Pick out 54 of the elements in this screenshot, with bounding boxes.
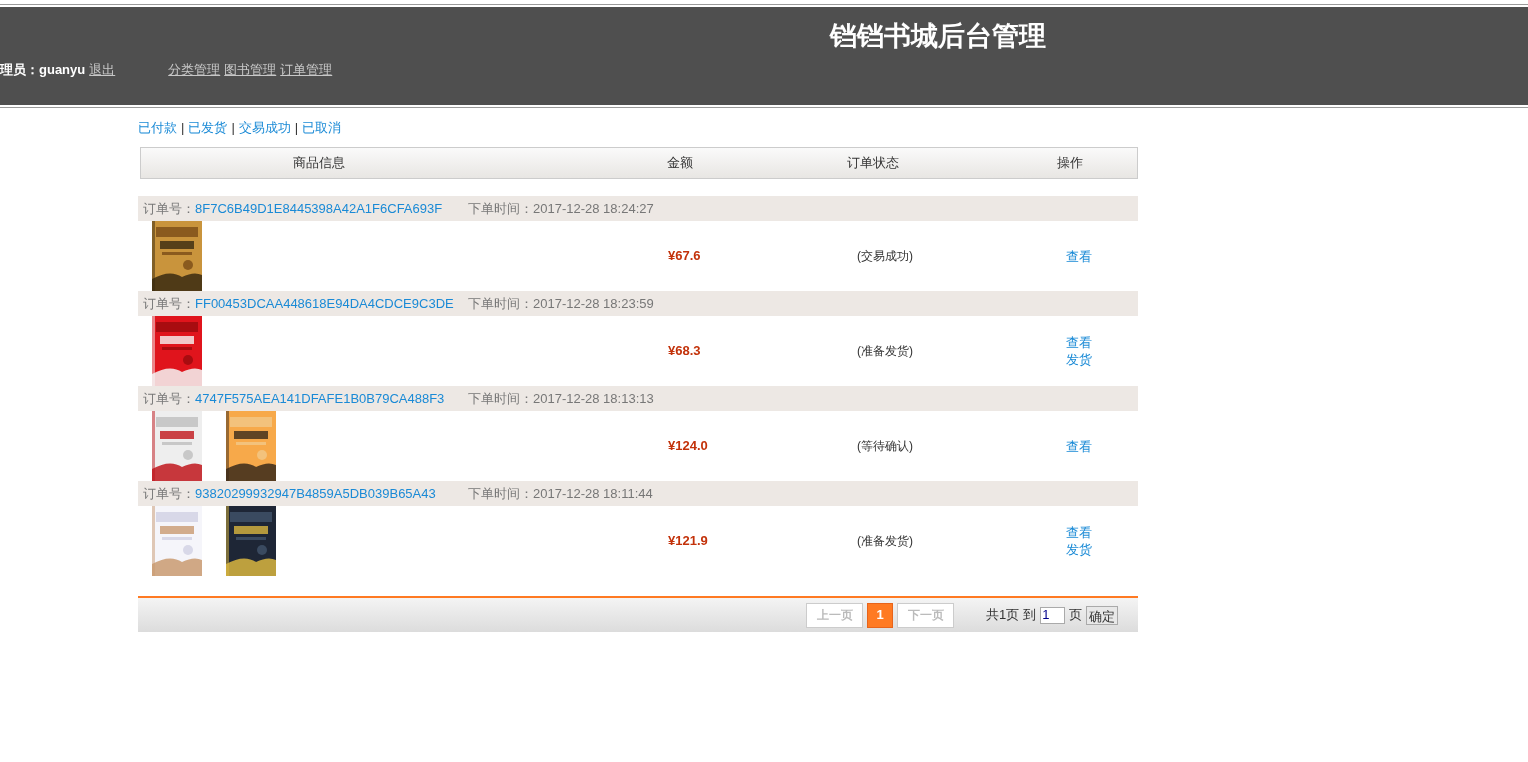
order-number: FF00453DCAA448618E94DA4CDCE9C3DE <box>195 294 455 313</box>
column-header: 操作 <box>1057 154 1083 173</box>
column-header: 商品信息 <box>292 154 346 173</box>
nav-link[interactable]: 分类管理 <box>168 60 221 80</box>
column-header: 金额 <box>667 154 694 173</box>
order-number-label: 订单号： <box>143 389 195 408</box>
action-link[interactable]: 查看 <box>1066 437 1092 455</box>
order-amount: ¥121.9 <box>667 532 709 551</box>
order-amount: ¥68.3 <box>667 342 702 361</box>
order-status: (交易成功) <box>856 248 914 265</box>
confirm-button[interactable]: 确定 <box>1086 605 1119 625</box>
page-input[interactable]: 1 <box>1040 606 1066 624</box>
action-link[interactable]: 发货 <box>1066 541 1092 558</box>
filter-link[interactable]: 交易成功 <box>238 118 291 138</box>
filter-link[interactable]: 已付款 <box>138 118 177 138</box>
action-link[interactable]: 查看 <box>1066 247 1092 265</box>
action-link[interactable]: 查看 <box>1066 524 1092 541</box>
order-time-label: 下单时间： <box>468 389 533 408</box>
order-time: 2017-12-28 18:23:59 <box>533 294 654 313</box>
nav-link[interactable]: 订单管理 <box>280 60 333 80</box>
order-time: 2017-12-28 18:24:27 <box>533 199 654 218</box>
order-time: 2017-12-28 18:11:44 <box>533 484 653 503</box>
filter-link[interactable]: 已取消 <box>302 118 342 138</box>
order-time: 2017-12-28 18:13:13 <box>533 389 654 408</box>
column-header: 订单状态 <box>847 154 900 173</box>
order-number: 4747F575AEA141DFAFE1B0B79CA488F3 <box>195 389 446 408</box>
separator: | <box>231 119 235 138</box>
admin-name: guanyu <box>39 61 86 79</box>
action-link[interactable]: 发货 <box>1066 351 1092 368</box>
logout-link[interactable]: 退出 <box>89 60 116 80</box>
order-number-label: 订单号： <box>143 484 195 503</box>
nav-link[interactable]: 图书管理 <box>224 60 277 80</box>
order-number: 93820299932947B4859A5DB039B65A43 <box>195 484 437 503</box>
order-status: (准备发货) <box>856 533 914 550</box>
action-link[interactable]: 查看 <box>1066 334 1092 351</box>
separator: | <box>181 119 185 138</box>
order-number: 8F7C6B49D1E8445398A42A1F6CFA693F <box>195 199 444 218</box>
site-title: 铛铛书城后台管理 <box>830 20 1046 53</box>
order-status: (准备发货) <box>856 343 914 360</box>
total-pages-text: 共1页 <box>986 606 1020 625</box>
page-button[interactable]: 1 <box>867 602 893 628</box>
goto-label: 到 <box>1023 606 1037 625</box>
order-amount: ¥67.6 <box>667 247 702 266</box>
order-time-label: 下单时间： <box>468 484 533 503</box>
order-amount: ¥124.0 <box>667 437 709 456</box>
order-status: (等待确认) <box>856 438 914 455</box>
order-time-label: 下单时间： <box>468 199 533 218</box>
separator: | <box>294 119 299 138</box>
admin-label: 理员： <box>0 61 39 79</box>
order-number-label: 订单号： <box>143 199 195 218</box>
page-unit-label: 页 <box>1069 606 1083 625</box>
order-number-label: 订单号： <box>143 294 195 313</box>
order-time-label: 下单时间： <box>468 294 533 313</box>
filter-link[interactable]: 已发货 <box>188 118 228 138</box>
